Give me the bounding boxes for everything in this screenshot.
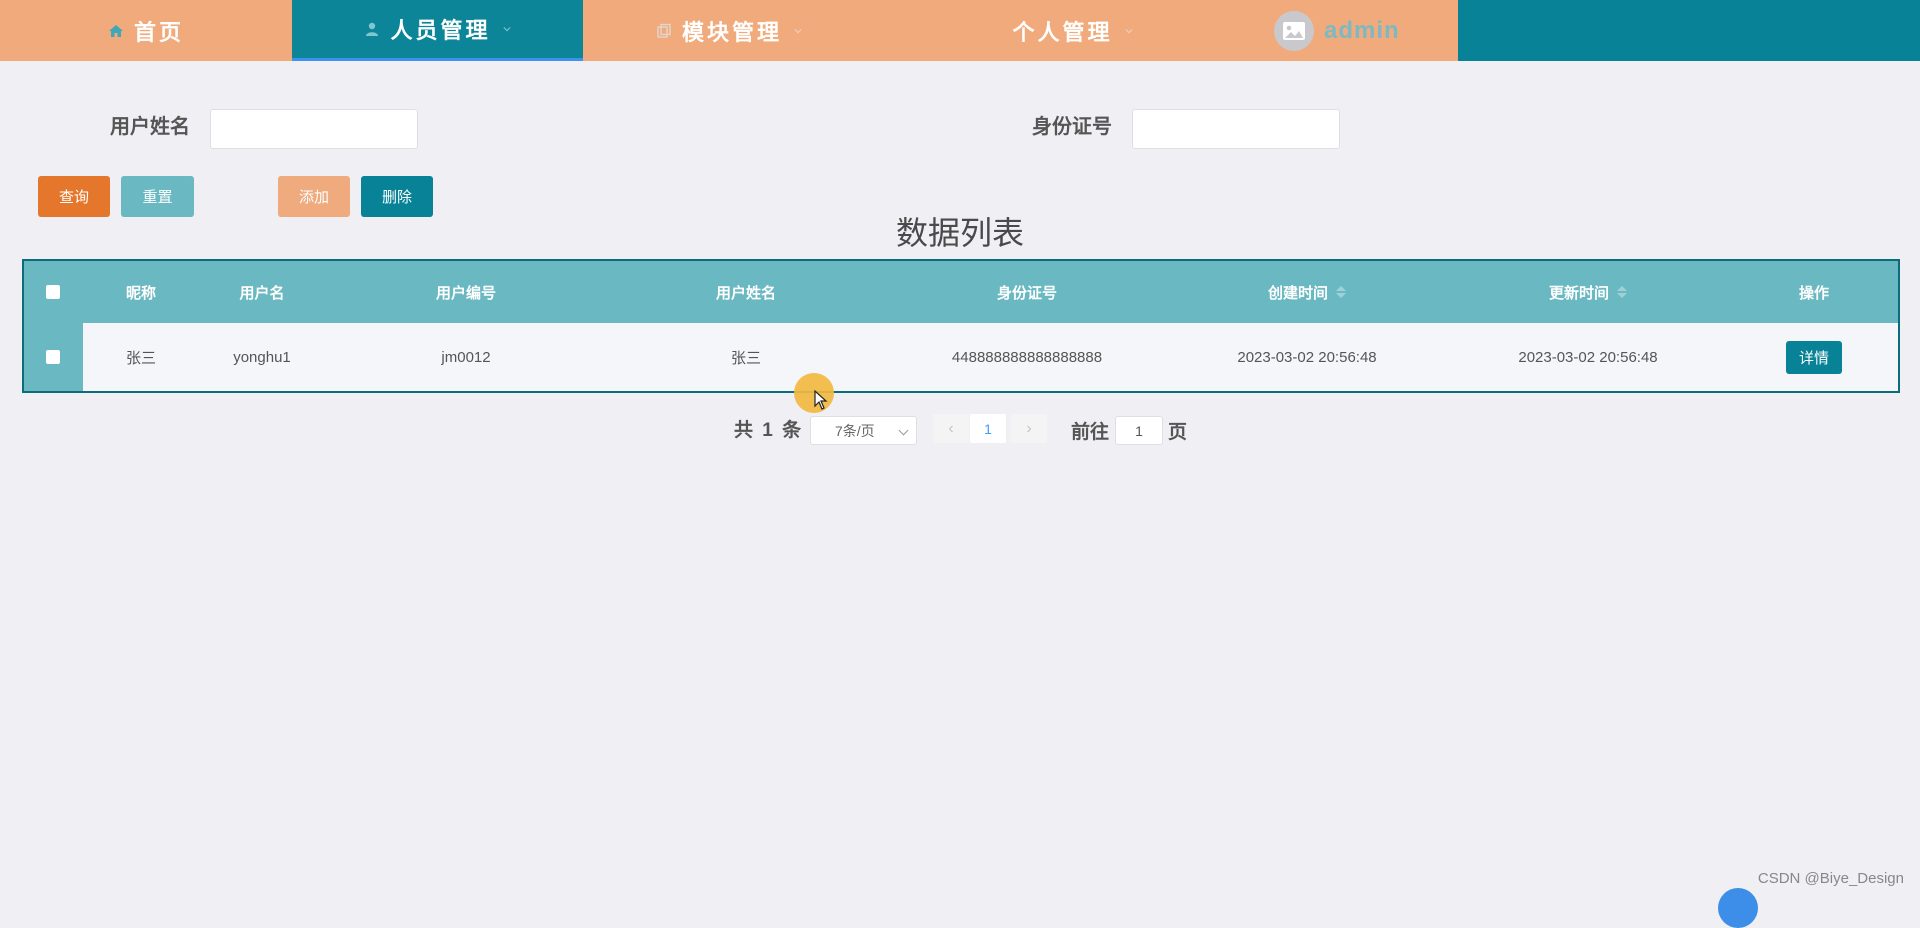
nav-item-personnel[interactable]: 人员管理 bbox=[292, 0, 583, 61]
name-label: 用户姓名 bbox=[110, 116, 190, 138]
column-header: 用户名 bbox=[239, 284, 285, 302]
page-number-1[interactable]: 1 bbox=[970, 414, 1006, 443]
chevron-down-icon bbox=[794, 28, 802, 33]
cell-action: 详情 bbox=[1786, 323, 1842, 391]
column-header-label: 更新时间 bbox=[1548, 284, 1610, 302]
goto-label: 前往 bbox=[1071, 422, 1110, 443]
page-size-select[interactable]: 7条/页 bbox=[810, 416, 917, 445]
nav-item-personal[interactable]: 个人管理 bbox=[875, 0, 1270, 61]
page-title: 数据列表 bbox=[895, 215, 1024, 251]
cell-id-card: 448888888888888888 bbox=[951, 348, 1103, 366]
row-checkbox[interactable] bbox=[46, 323, 60, 391]
column-header: 昵称 bbox=[125, 284, 157, 302]
image-icon bbox=[1283, 21, 1305, 40]
person-icon bbox=[366, 22, 379, 36]
column-header: 操作 bbox=[1798, 284, 1830, 302]
column-header-label: 创建时间 bbox=[1267, 284, 1329, 302]
avatar[interactable] bbox=[1274, 10, 1314, 51]
username: admin bbox=[1324, 16, 1400, 44]
column-header-updated-sortable[interactable]: 更新时间 bbox=[1548, 261, 1628, 323]
home-icon bbox=[108, 24, 123, 37]
watermark: CSDN @Biye_Design bbox=[1757, 870, 1904, 887]
table-row: 张三 yonghu1 jm0012 张三 448888888888888888 … bbox=[24, 323, 1898, 391]
cell-real-name: 张三 bbox=[730, 349, 762, 367]
goto-page-input[interactable]: 1 bbox=[1115, 416, 1163, 445]
mouse-cursor-icon bbox=[814, 390, 828, 410]
column-header: 身份证号 bbox=[996, 284, 1058, 302]
next-page-button[interactable]: › bbox=[1011, 414, 1047, 443]
sort-icon[interactable] bbox=[1336, 286, 1347, 298]
chevron-down-icon bbox=[1124, 28, 1133, 33]
nav-item-label: 模块管理 bbox=[681, 19, 782, 45]
name-input[interactable] bbox=[210, 109, 418, 149]
nav-item-modules[interactable]: 模块管理 bbox=[583, 0, 875, 61]
select-all-checkbox[interactable] bbox=[46, 261, 60, 323]
column-header-created-sortable[interactable]: 创建时间 bbox=[1267, 261, 1347, 323]
column-header: 用户姓名 bbox=[715, 284, 777, 302]
data-table: 昵称 用户名 用户编号 用户姓名 身份证号 创建时间 更新时间 操作 张三 yo… bbox=[22, 259, 1900, 393]
nav-item-home[interactable]: 首页 bbox=[0, 0, 292, 61]
detail-button[interactable]: 详情 bbox=[1786, 340, 1842, 374]
table-header: 昵称 用户名 用户编号 用户姓名 身份证号 创建时间 更新时间 操作 bbox=[24, 261, 1898, 323]
cell-created: 2023-03-02 20:56:48 bbox=[1237, 348, 1377, 366]
copy-icon bbox=[657, 23, 671, 38]
prev-page-button[interactable]: ‹ bbox=[933, 414, 969, 443]
sort-icon[interactable] bbox=[1617, 286, 1628, 298]
nav-item-label: 首页 bbox=[133, 19, 184, 45]
cell-nickname: 张三 bbox=[125, 349, 157, 367]
chevron-down-icon bbox=[502, 27, 511, 32]
top-nav: 首页 人员管理 模块管理 个人管理 admin bbox=[0, 0, 1920, 61]
nav-item-label: 个人管理 bbox=[1012, 19, 1113, 45]
id-card-input[interactable] bbox=[1132, 109, 1340, 149]
id-card-label: 身份证号 bbox=[1032, 116, 1112, 138]
user-menu[interactable]: admin bbox=[1270, 0, 1458, 61]
floating-button[interactable] bbox=[1718, 888, 1758, 928]
chevron-down-icon bbox=[898, 425, 909, 436]
goto-suffix: 页 bbox=[1168, 422, 1188, 443]
cell-user-no: jm0012 bbox=[441, 348, 491, 366]
pagination-total: 共 1 条 bbox=[734, 420, 804, 441]
nav-item-label: 人员管理 bbox=[390, 18, 491, 43]
cell-username: yonghu1 bbox=[233, 348, 291, 366]
page-size-value: 7条/页 bbox=[835, 422, 875, 439]
column-header: 用户编号 bbox=[435, 284, 497, 302]
cell-updated: 2023-03-02 20:56:48 bbox=[1518, 348, 1658, 366]
